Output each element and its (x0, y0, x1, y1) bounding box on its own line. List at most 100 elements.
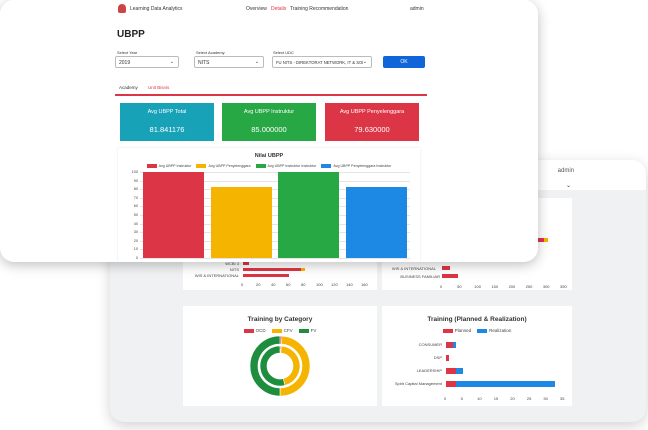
y-tick-label: 20 (133, 238, 138, 243)
bar[interactable] (278, 172, 340, 258)
tab-unit-bisnis[interactable]: Unit Bisnis (148, 85, 169, 90)
y-tick-label: 80 (133, 187, 138, 192)
y-tick-label: 10 (133, 247, 138, 252)
chevron-down-icon: ⌄ (254, 59, 259, 65)
x-tick-label: 150 (491, 284, 499, 289)
tab-academy[interactable]: Academy (119, 85, 138, 90)
x-tick-label: 100 (474, 284, 481, 289)
y-tick-label: 0 (135, 256, 138, 260)
x-tick-label: 250 (525, 284, 533, 289)
kpi-avg-ubpp-total: Avg UBPP Total 81.841176 (120, 103, 214, 141)
category-label: NITS (229, 267, 239, 272)
bar (544, 238, 548, 242)
bar[interactable] (455, 381, 556, 387)
bar[interactable] (446, 381, 456, 387)
kpi-title: Avg UBPP Total (147, 109, 187, 115)
x-tick-label: 200 (508, 284, 516, 289)
kpi-title: Avg UBPP Penyelenggara (339, 109, 405, 115)
category-label: Spirit Capital Management (394, 381, 442, 386)
udc-value: FU NITS - DIREKTORAT NETWORK, IT & SOI (276, 60, 364, 65)
bar-chart: 100 90 80 70 60 50 40 30 20 10 0 (118, 148, 420, 262)
category-label: WIS & INTERNATIONAL (391, 266, 436, 271)
y-tick-label: 50 (133, 213, 138, 217)
chevron-down-icon: ⌄ (169, 59, 174, 65)
donut-chart (249, 335, 311, 397)
bar[interactable] (455, 368, 463, 374)
top-navbar: Learning Data Analytics Overview Details… (0, 0, 538, 18)
kpi-title: Avg UBPP Instruktur (243, 109, 295, 115)
y-tick-label: 40 (133, 221, 138, 226)
nav-details[interactable]: Details (271, 6, 286, 12)
bar[interactable] (143, 172, 205, 258)
bar[interactable] (345, 187, 407, 258)
kpi-value: 79.630000 (354, 125, 390, 134)
bar (442, 274, 458, 278)
category-label: CONSUMER (418, 342, 442, 347)
bar (243, 262, 249, 265)
x-tick-label: 25 (526, 396, 532, 401)
app-logo-icon[interactable] (118, 4, 126, 13)
x-tick-label: 350 (560, 284, 567, 289)
legend-item[interactable]: Realization (477, 328, 511, 333)
nav-training-recommendation[interactable]: Training Recommendation (290, 6, 348, 12)
bar[interactable] (446, 342, 453, 348)
chart-title: Training (Planned & Realization) (427, 316, 527, 323)
x-tick-label: 40 (271, 282, 276, 287)
x-tick-label: 160 (361, 282, 368, 287)
x-tick-label: 50 (457, 284, 462, 289)
y-tick-label: 30 (133, 230, 138, 235)
bar (243, 274, 289, 277)
chevron-down-icon[interactable]: ⌄ (566, 182, 574, 189)
udc-label: Select UDC (273, 50, 294, 55)
bar (243, 268, 301, 271)
x-tick-label: 15 (493, 396, 499, 401)
front-window: Learning Data Analytics Overview Details… (0, 0, 538, 262)
nilai-ubpp-card: Nilai UBPP Avg UBPP Instruktur Avg UBPP … (118, 148, 420, 262)
x-tick-label: 100 (316, 282, 323, 287)
kpi-value: 85.000000 (251, 125, 287, 134)
x-tick-label: 10 (477, 396, 482, 401)
bar (537, 238, 544, 242)
chart-legend: Planned Realization (382, 328, 572, 333)
bar (442, 266, 450, 270)
legend-item[interactable]: Planned (442, 328, 471, 333)
kpi-avg-ubpp-instruktur: Avg UBPP Instruktur 85.000000 (222, 103, 316, 141)
academy-value: NITS (198, 60, 210, 66)
x-tick-label: 30 (543, 396, 548, 401)
x-tick-label: 0 (444, 396, 447, 401)
card-training-category: Training by Category OCD CFV FV (183, 306, 377, 406)
bar[interactable] (452, 342, 456, 348)
year-select[interactable]: 2019 ⌄ (115, 56, 179, 68)
category-label: WIS & INTERNATIONAL (194, 273, 239, 278)
chevron-down-icon: ⌄ (362, 59, 367, 65)
brand-name[interactable]: Learning Data Analytics (130, 6, 183, 12)
academy-select[interactable]: NITS ⌄ (194, 56, 264, 68)
kpi-value: 81.841176 (149, 125, 185, 134)
gridline (140, 258, 410, 259)
x-tick-label: 80 (301, 282, 306, 287)
x-tick-label: 300 (542, 284, 550, 289)
y-tick-label: 100 (131, 170, 138, 174)
back-admin-label[interactable]: admin (558, 168, 574, 174)
year-value: 2019 (119, 60, 131, 66)
bar[interactable] (446, 355, 450, 361)
academy-label: Select Academy (196, 50, 225, 55)
ok-button[interactable]: OK (383, 56, 425, 68)
x-tick-label: 35 (560, 396, 565, 401)
x-tick-label: 0 (440, 284, 443, 289)
bar (301, 268, 305, 271)
udc-select[interactable]: FU NITS - DIREKTORAT NETWORK, IT & SOI ⌄ (272, 56, 372, 68)
bar[interactable] (446, 368, 456, 374)
kpi-avg-ubpp-penyelenggara: Avg UBPP Penyelenggara 79.630000 (325, 103, 419, 141)
screenshot-stage: admin ⌄ WCBI 3 NITS WIS & INTERNATIONAL … (0, 0, 648, 430)
user-menu[interactable]: admin (410, 6, 424, 12)
x-tick-label: 140 (346, 282, 353, 287)
y-tick-label: 70 (133, 195, 138, 200)
y-tick-label: 90 (133, 178, 138, 183)
bar[interactable] (210, 187, 272, 258)
category-label: LEADERSHIP (416, 368, 442, 373)
x-tick-label: 120 (331, 282, 338, 287)
y-tick-label: 60 (133, 204, 138, 209)
nav-overview[interactable]: Overview (246, 6, 267, 12)
page-title: UBPP (117, 29, 145, 40)
